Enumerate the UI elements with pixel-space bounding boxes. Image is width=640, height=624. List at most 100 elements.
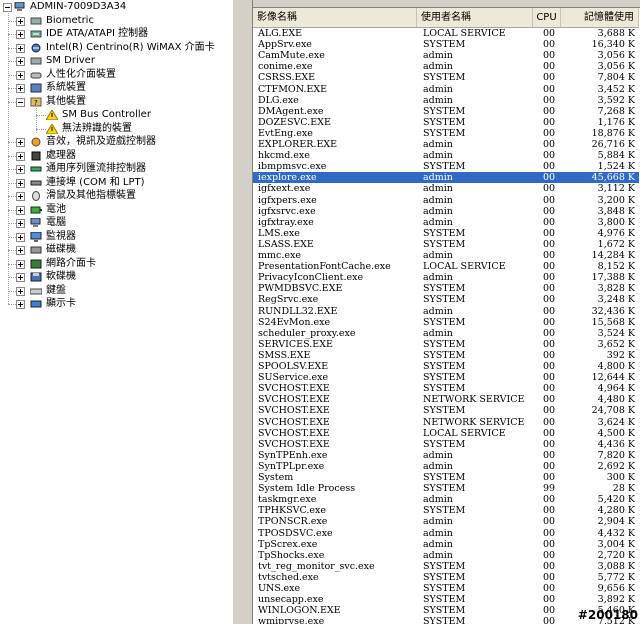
expand-toggle[interactable]: [16, 259, 25, 269]
process-row[interactable]: tvt_reg_monitor_svc.exe SYSTEM 00 3,088 K: [253, 561, 639, 572]
expand-toggle[interactable]: [16, 16, 25, 26]
collapse-toggle[interactable]: [16, 97, 25, 107]
process-row[interactable]: SVCHOST.EXE SYSTEM 00 4,436 K: [253, 439, 639, 450]
expand-toggle[interactable]: [16, 57, 25, 66]
process-row[interactable]: TpScrex.exe admin 00 3,004 K: [253, 539, 639, 550]
expand-toggle[interactable]: [16, 165, 25, 174]
process-row[interactable]: SMSS.EXE SYSTEM 00 392 K: [253, 350, 639, 361]
expand-toggle[interactable]: [16, 205, 25, 215]
process-row[interactable]: S24EvMon.exe SYSTEM 00 15,568 K: [253, 317, 639, 328]
process-row[interactable]: igfxext.exe admin 00 3,112 K: [253, 183, 639, 194]
process-row[interactable]: RUNDLL32.EXE admin 00 32,436 K: [253, 306, 639, 317]
process-row[interactable]: igfxsrvc.exe admin 00 3,848 K: [253, 206, 639, 217]
expand-toggle[interactable]: [16, 70, 25, 80]
process-row[interactable]: SVCHOST.EXE SYSTEM 00 24,708 K: [253, 405, 639, 416]
tree-item[interactable]: Biometric: [0, 14, 232, 28]
tree-item[interactable]: SM Driver: [0, 54, 232, 68]
process-row[interactable]: igfxpers.exe admin 00 3,200 K: [253, 195, 639, 206]
process-row[interactable]: mmc.exe admin 00 14,284 K: [253, 250, 639, 261]
process-row[interactable]: SVCHOST.EXE NETWORK SERVICE 00 3,624 K: [253, 417, 639, 428]
tree-item[interactable]: 鍵盤: [0, 284, 232, 298]
tree-item[interactable]: 顯示卡: [0, 297, 232, 311]
process-row[interactable]: TPHKSVC.exe SYSTEM 00 4,280 K: [253, 505, 639, 516]
process-row[interactable]: unsecapp.exe SYSTEM 00 3,892 K: [253, 594, 639, 605]
process-row[interactable]: ibmpmsvc.exe SYSTEM 00 1,524 K: [253, 161, 639, 172]
process-row[interactable]: LMS.exe SYSTEM 00 4,976 K: [253, 228, 639, 239]
process-row[interactable]: System Idle Process SYSTEM 99 28 K: [253, 483, 639, 494]
tree-item[interactable]: 電池: [0, 203, 232, 217]
process-row-selected[interactable]: iexplore.exe admin 00 45,668 K: [253, 172, 639, 184]
column-header-cpu[interactable]: CPU: [533, 8, 561, 27]
process-row[interactable]: RegSrvc.exe SYSTEM 00 3,248 K: [253, 294, 639, 305]
expand-toggle[interactable]: [16, 246, 25, 255]
tree-item[interactable]: IDE ATA/ATAPI 控制器: [0, 27, 232, 41]
process-row[interactable]: LSASS.EXE SYSTEM 00 1,672 K: [253, 239, 639, 250]
process-row[interactable]: SPOOLSV.EXE SYSTEM 00 4,800 K: [253, 361, 639, 372]
process-row[interactable]: TPONSCR.exe admin 00 2,904 K: [253, 516, 639, 527]
expand-toggle[interactable]: [16, 300, 25, 309]
process-row[interactable]: hkcmd.exe admin 00 5,884 K: [253, 150, 639, 161]
tree-item[interactable]: 磁碟機: [0, 243, 232, 257]
process-row[interactable]: System SYSTEM 00 300 K: [253, 472, 639, 483]
tree-item[interactable]: ? 其他裝置: [0, 95, 232, 109]
process-row[interactable]: CamMute.exe admin 00 3,056 K: [253, 50, 639, 61]
process-row[interactable]: EvtEng.exe SYSTEM 00 18,876 K: [253, 128, 639, 139]
tree-item[interactable]: 通用序列匯流排控制器: [0, 162, 232, 176]
process-row[interactable]: PrivacyIconClient.exe admin 00 17,388 K: [253, 272, 639, 283]
process-row[interactable]: DMAgent.exe SYSTEM 00 7,268 K: [253, 106, 639, 117]
column-header-image-name[interactable]: 影像名稱: [253, 8, 417, 27]
expand-toggle[interactable]: [16, 84, 25, 93]
expand-toggle[interactable]: [16, 232, 25, 242]
process-row[interactable]: TpShocks.exe admin 00 2,720 K: [253, 550, 639, 561]
expand-toggle[interactable]: [16, 286, 25, 296]
process-row[interactable]: SVCHOST.EXE LOCAL SERVICE 00 4,500 K: [253, 428, 639, 439]
pane-splitter[interactable]: [232, 0, 252, 624]
process-row[interactable]: SVCHOST.EXE NETWORK SERVICE 00 4,480 K: [253, 394, 639, 405]
process-row[interactable]: SynTPLpr.exe admin 00 2,692 K: [253, 461, 639, 472]
process-row[interactable]: DOZESVC.EXE SYSTEM 00 1,176 K: [253, 117, 639, 128]
tree-item[interactable]: 人性化介面裝置: [0, 68, 232, 82]
column-header-user-name[interactable]: 使用者名稱: [417, 8, 533, 27]
process-row[interactable]: TPOSDSVC.exe admin 00 4,432 K: [253, 528, 639, 539]
process-row[interactable]: AppSrv.exe SYSTEM 00 16,340 K: [253, 39, 639, 50]
process-row[interactable]: PWMDBSVC.EXE SYSTEM 00 3,828 K: [253, 283, 639, 294]
process-row[interactable]: EXPLORER.EXE admin 00 26,716 K: [253, 139, 639, 150]
tree-item[interactable]: 處理器: [0, 149, 232, 163]
column-header-memory-usage[interactable]: 記憶體使用: [561, 8, 639, 27]
expand-toggle[interactable]: [16, 138, 25, 147]
process-row[interactable]: CTFMON.EXE admin 00 3,452 K: [253, 84, 639, 95]
expand-toggle[interactable]: [16, 151, 25, 161]
process-row[interactable]: SERVICES.EXE SYSTEM 00 3,652 K: [253, 339, 639, 350]
tree-item[interactable]: 連接埠 (COM 和 LPT): [0, 176, 232, 190]
tree-item[interactable]: 滑鼠及其他指標裝置: [0, 189, 232, 203]
process-row[interactable]: SUService.exe SYSTEM 00 12,644 K: [253, 372, 639, 383]
process-row[interactable]: taskmgr.exe admin 00 5,420 K: [253, 494, 639, 505]
process-row[interactable]: igfxtray.exe admin 00 3,800 K: [253, 217, 639, 228]
process-row[interactable]: SynTPEnh.exe admin 00 7,820 K: [253, 450, 639, 461]
expand-toggle[interactable]: [16, 178, 25, 188]
process-row[interactable]: DLG.exe admin 00 3,592 K: [253, 95, 639, 106]
process-row[interactable]: tvtsched.exe SYSTEM 00 5,772 K: [253, 572, 639, 583]
tree-child-item[interactable]: 無法辨識的裝置: [0, 122, 232, 136]
tree-item[interactable]: 軟碟機: [0, 270, 232, 284]
process-row[interactable]: conime.exe admin 00 3,056 K: [253, 61, 639, 72]
process-row[interactable]: scheduler_proxy.exe admin 00 3,524 K: [253, 328, 639, 339]
tree-item[interactable]: 網路介面卡: [0, 257, 232, 271]
process-row[interactable]: CSRSS.EXE SYSTEM 00 7,804 K: [253, 72, 639, 83]
tree-child-item[interactable]: SM Bus Controller: [0, 108, 232, 122]
process-row[interactable]: SVCHOST.EXE SYSTEM 00 4,964 K: [253, 383, 639, 394]
process-row[interactable]: PresentationFontCache.exe LOCAL SERVICE 00…: [253, 261, 639, 272]
expand-toggle[interactable]: [16, 273, 25, 282]
expand-toggle[interactable]: [16, 219, 25, 228]
tree-item[interactable]: 系統裝置: [0, 81, 232, 95]
process-user: SYSTEM: [423, 349, 466, 361]
tree-item[interactable]: 音效，視訊及遊戲控制器: [0, 135, 232, 149]
tree-item[interactable]: 電腦: [0, 216, 232, 230]
expand-toggle[interactable]: [16, 30, 25, 39]
process-row[interactable]: UNS.exe SYSTEM 00 9,656 K: [253, 583, 639, 594]
process-row[interactable]: ALG.EXE LOCAL SERVICE 00 3,688 K: [253, 28, 639, 39]
tree-item[interactable]: Intel(R) Centrino(R) WiMAX 介面卡: [0, 41, 232, 55]
expand-toggle[interactable]: [16, 43, 25, 53]
expand-toggle[interactable]: [16, 192, 25, 201]
tree-item[interactable]: 監視器: [0, 230, 232, 244]
